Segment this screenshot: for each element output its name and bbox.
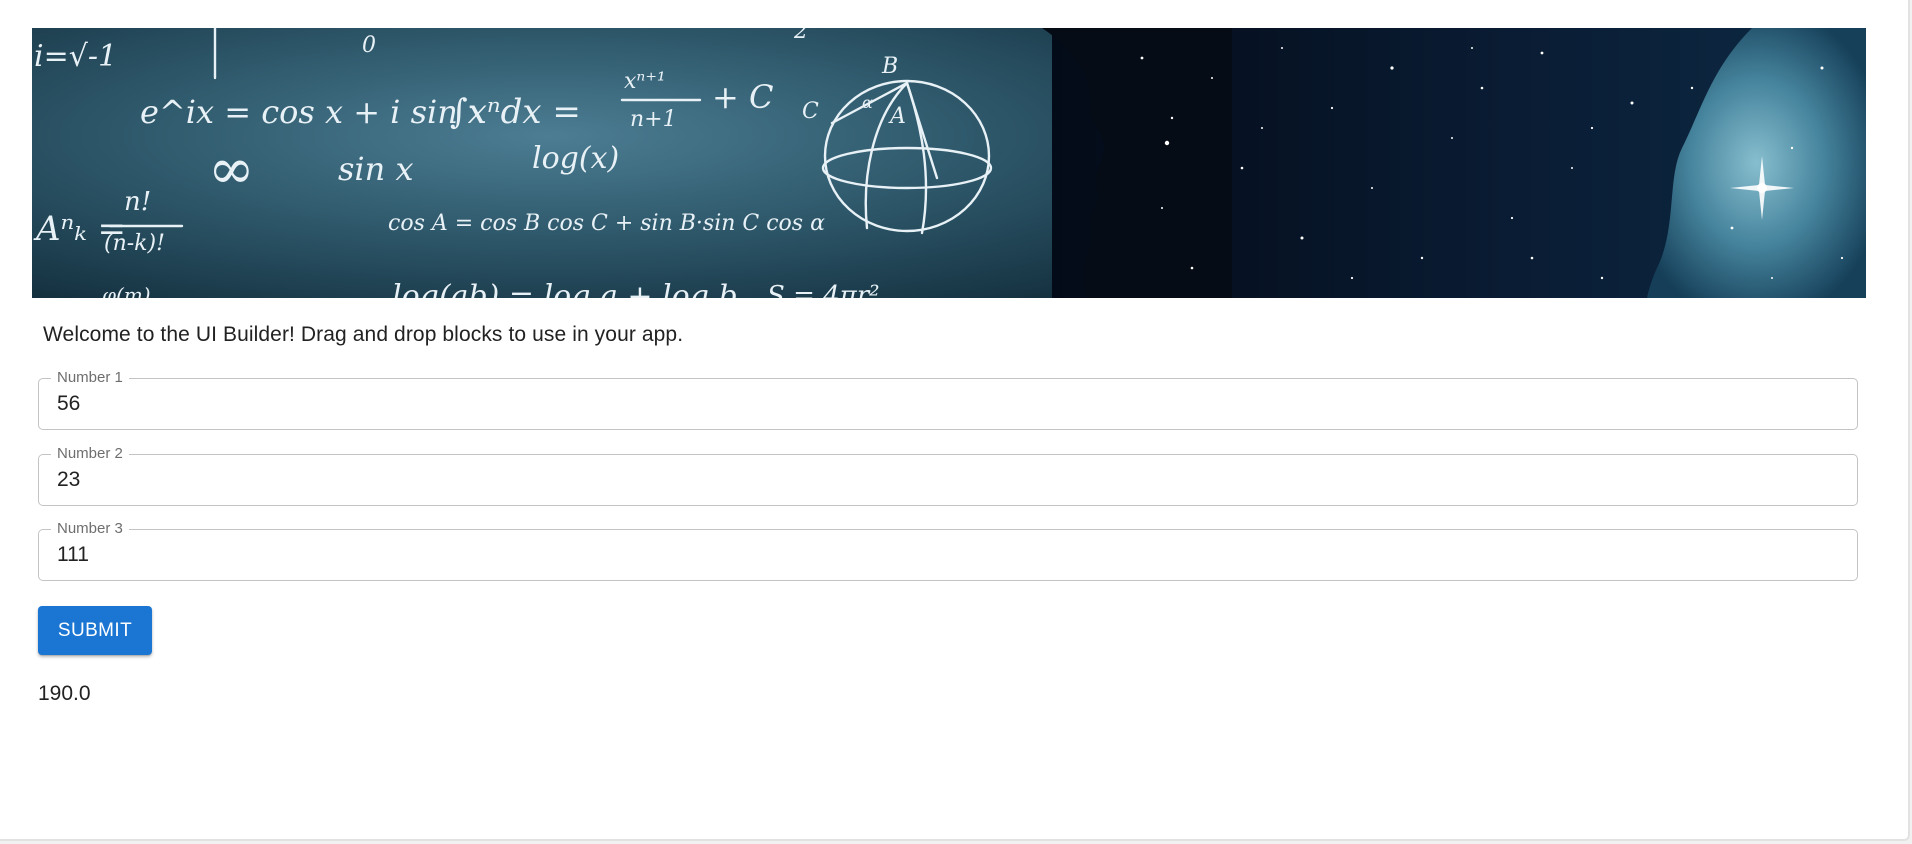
number-2-label: Number 2 <box>51 445 129 463</box>
number-3-label: Number 3 <box>51 520 129 538</box>
submit-button[interactable]: SUBMIT <box>38 606 152 655</box>
svg-text:B: B <box>881 54 898 79</box>
svg-text:cos A = cos B cos C + sin B·si: cos A = cos B cos C + sin B·sin C cos α <box>388 211 825 236</box>
svg-text:A: A <box>888 104 906 129</box>
svg-text:0: 0 <box>362 33 376 58</box>
number-3-input[interactable] <box>57 543 1837 567</box>
svg-text:α: α <box>862 93 873 112</box>
number-1-input[interactable] <box>57 392 1837 416</box>
svg-text:2: 2 <box>793 28 808 44</box>
math-space-illustration: i=√-1 0 2 e^ix = cos x + i sin x ∫xⁿdx =… <box>32 28 1866 298</box>
svg-text:C: C <box>802 99 819 124</box>
number-2-field[interactable]: Number 2 <box>38 445 1858 506</box>
svg-text:∞: ∞ <box>208 137 255 202</box>
number-2-input[interactable] <box>57 468 1837 492</box>
number-3-field[interactable]: Number 3 <box>38 520 1858 581</box>
svg-text:∫xⁿdx =: ∫xⁿdx = <box>450 92 581 132</box>
welcome-text: Welcome to the UI Builder! Drag and drop… <box>43 323 684 346</box>
header-banner-image: i=√-1 0 2 e^ix = cos x + i sin x ∫xⁿdx =… <box>32 28 1866 298</box>
svg-text:log(ab) = log a + log b: log(ab) = log a + log b <box>392 279 738 298</box>
svg-text:n!: n! <box>124 187 151 217</box>
result-output: 190.0 <box>38 682 91 705</box>
number-1-label: Number 1 <box>51 369 129 387</box>
number-1-field[interactable]: Number 1 <box>38 369 1858 430</box>
svg-text:e^ix = cos x + i sin x: e^ix = cos x + i sin x <box>140 93 486 131</box>
svg-text:φ(m): φ(m) <box>102 283 151 298</box>
svg-text:sin x: sin x <box>338 150 413 188</box>
app-page: i=√-1 0 2 e^ix = cos x + i sin x ∫xⁿdx =… <box>0 0 1910 841</box>
svg-text:i=√-1: i=√-1 <box>34 39 117 74</box>
svg-text:n+1: n+1 <box>630 107 677 132</box>
svg-text:(n-k)!: (n-k)! <box>104 231 165 256</box>
svg-text:log(x): log(x) <box>532 141 619 176</box>
svg-text:+ C: + C <box>712 78 773 116</box>
svg-text:S = 4πr²: S = 4πr² <box>767 281 880 298</box>
svg-text:xⁿ⁺¹: xⁿ⁺¹ <box>624 69 666 94</box>
